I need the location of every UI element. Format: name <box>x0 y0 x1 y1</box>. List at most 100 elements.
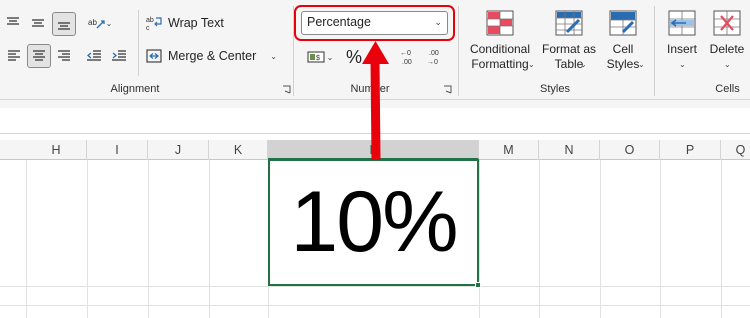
selected-cell[interactable]: 10% <box>268 159 479 286</box>
middle-align-button[interactable] <box>28 12 48 34</box>
gridline <box>539 160 540 318</box>
chevron-down-icon: ⌄ <box>326 52 334 62</box>
gridline <box>600 160 601 318</box>
cell-value: 10% <box>290 174 458 270</box>
top-align-button[interactable] <box>4 12 22 34</box>
center-button[interactable] <box>27 44 51 68</box>
svg-text:c: c <box>146 25 150 31</box>
column-header-h[interactable]: H <box>26 140 87 160</box>
bottom-align-button[interactable] <box>52 12 76 36</box>
dialog-launcher-icon[interactable] <box>282 85 291 94</box>
chevron-down-icon: ⌄ <box>724 60 731 69</box>
separator <box>138 10 139 76</box>
align-center-icon <box>33 50 45 61</box>
chevron-down-icon: ⌄ <box>270 51 277 61</box>
column-header-o[interactable]: O <box>600 140 660 160</box>
number-group-label: Number <box>350 83 390 95</box>
highlight-box <box>294 5 455 41</box>
comma-style-button[interactable] <box>367 45 385 69</box>
ribbon-gap <box>0 100 750 108</box>
svg-text:.00: .00 <box>429 50 439 57</box>
format-as-table-button[interactable]: Format as Table ⌄ <box>540 8 598 76</box>
gridline <box>26 160 27 318</box>
gridline <box>0 286 750 287</box>
increase-decimal-icon: ←0.00 <box>400 50 412 66</box>
merge-center-button[interactable]: Merge & Center ⌄ <box>146 45 282 67</box>
decrease-indent-icon <box>86 50 101 61</box>
decrease-indent-button[interactable] <box>83 45 105 67</box>
alignment-group-label: Alignment <box>110 83 160 95</box>
insert-button[interactable]: Insert ⌄ <box>662 8 702 76</box>
cell-styles-icon <box>609 10 637 36</box>
gridline <box>721 160 722 318</box>
align-left-icon <box>8 50 20 61</box>
merge-center-label: Merge & Center <box>168 49 257 63</box>
formula-bar[interactable] <box>0 108 750 134</box>
conditional-formatting-label: Conditional Formatting <box>469 42 531 71</box>
comma-style-icon <box>372 51 380 63</box>
conditional-formatting-icon <box>486 10 514 36</box>
middle-align-icon <box>32 19 44 27</box>
ribbon: ab ⌄ ab c Wrap Text Merge & Center ⌄ Alig… <box>0 0 750 100</box>
percent-style-icon: % <box>345 46 362 67</box>
align-right-button[interactable] <box>54 45 74 67</box>
align-left-button[interactable] <box>4 45 24 67</box>
text-orientation-icon: ab <box>88 18 105 29</box>
separator <box>654 6 655 96</box>
svg-text:$: $ <box>316 55 320 62</box>
insert-cells-icon <box>668 10 696 36</box>
decrease-decimal-button[interactable]: .00 →0 <box>424 45 448 69</box>
cell-styles-button[interactable]: Cell Styles ⌄ <box>600 8 646 76</box>
separator <box>458 6 459 96</box>
column-header-row: H I J K L M N O P Q <box>0 140 750 160</box>
chevron-down-icon: ⌄ <box>679 60 686 69</box>
increase-indent-button[interactable] <box>108 45 130 67</box>
merge-center-icon <box>146 49 162 63</box>
svg-text:←0: ←0 <box>400 50 411 57</box>
column-header-j[interactable]: J <box>148 140 209 160</box>
accounting-icon: $ <box>307 51 325 63</box>
delete-button[interactable]: Delete ⌄ <box>707 8 747 76</box>
wrap-text-button[interactable]: ab c Wrap Text <box>146 12 224 34</box>
orientation-button[interactable]: ab ⌄ <box>84 12 116 34</box>
bottom-align-icon <box>58 22 70 30</box>
increase-indent-icon <box>112 50 126 61</box>
column-header-n[interactable]: N <box>539 140 600 160</box>
dialog-launcher-icon[interactable] <box>443 85 452 94</box>
wrap-text-icon: abc <box>146 17 162 31</box>
gridline <box>479 160 480 318</box>
column-header-i[interactable]: I <box>87 140 148 160</box>
format-as-table-icon <box>555 10 583 36</box>
decrease-decimal-icon: .00→0 <box>427 50 439 66</box>
styles-group-label: Styles <box>540 83 570 95</box>
percent-style-button[interactable]: % <box>343 45 365 69</box>
svg-text:.00: .00 <box>402 59 412 66</box>
delete-cells-icon <box>713 10 741 36</box>
insert-label: Insert <box>666 42 697 56</box>
chevron-down-icon: ⌄ <box>638 60 645 69</box>
svg-text:→0: →0 <box>427 59 438 66</box>
column-header-q[interactable]: Q <box>721 140 750 160</box>
increase-decimal-button[interactable]: ←0.00 <box>397 45 421 69</box>
wrap-text-label: Wrap Text <box>168 16 224 30</box>
chevron-down-icon: ⌄ <box>580 60 587 69</box>
conditional-formatting-button[interactable]: Conditional Formatting ⌄ <box>464 8 536 76</box>
svg-text:ab: ab <box>146 17 154 24</box>
column-header-k[interactable]: K <box>209 140 268 160</box>
fill-handle[interactable] <box>475 282 481 288</box>
chevron-down-icon: ⌄ <box>105 18 113 28</box>
cells-group-label: Cells <box>715 83 740 95</box>
gridline <box>0 305 750 306</box>
gridline <box>209 160 210 318</box>
top-align-icon <box>7 17 19 25</box>
gridline <box>660 160 661 318</box>
format-as-table-label: Format as Table <box>541 42 596 71</box>
column-header-m[interactable]: M <box>479 140 539 160</box>
chevron-down-icon: ⌄ <box>528 60 535 69</box>
accounting-format-button[interactable]: $ ⌄ <box>303 46 337 68</box>
align-right-icon <box>58 50 70 61</box>
column-header-p[interactable]: P <box>660 140 721 160</box>
gridline <box>148 160 149 318</box>
svg-text:ab: ab <box>88 18 97 27</box>
column-header-l[interactable]: L <box>268 140 479 160</box>
